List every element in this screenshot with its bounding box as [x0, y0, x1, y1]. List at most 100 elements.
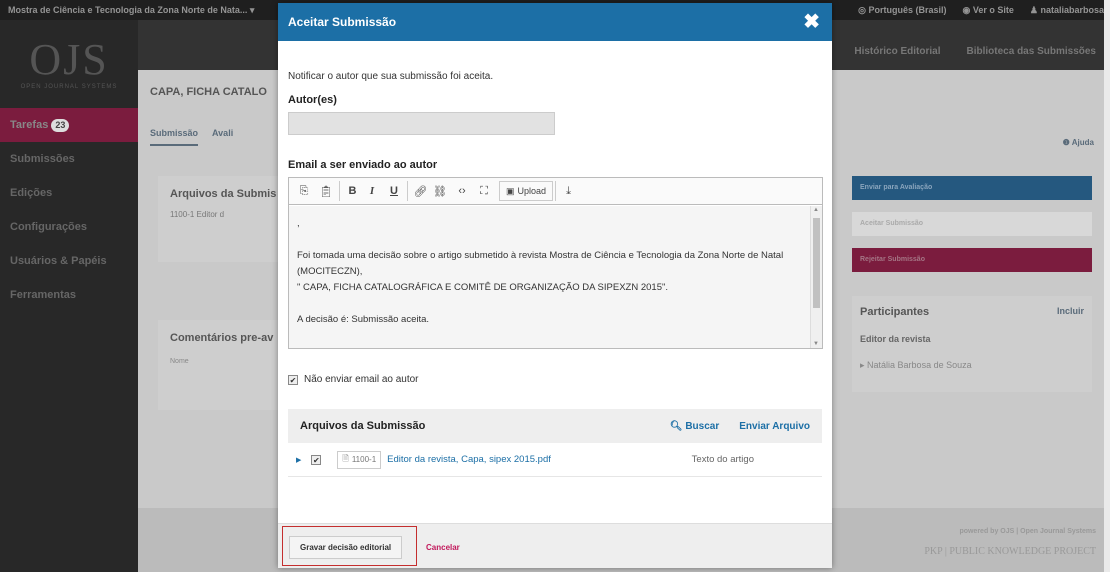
editorial-history-link[interactable]: Histórico Editorial: [854, 46, 940, 57]
scroll-up-icon[interactable]: ▲: [813, 207, 819, 213]
sidebar-item-settings[interactable]: Configurações: [0, 210, 138, 244]
modal-header: Aceitar Submissão ✖: [278, 3, 832, 41]
language-label: Português (Brasil): [868, 5, 947, 15]
view-site-link[interactable]: ◉ Ver o Site: [963, 5, 1014, 16]
submission-title: CAPA, FICHA CATALO: [150, 86, 267, 98]
email-label: Email a ser enviado ao autor: [288, 159, 438, 171]
email-line: A decisão é: Submissão aceita.: [297, 314, 430, 325]
email-line: Foi tomada uma decisão sobre o artigo su…: [297, 250, 784, 277]
sidebar-item-tools[interactable]: Ferramentas: [0, 278, 138, 312]
email-editor: ⎘ 📋︎ B I U 🔗︎ ⛓ ‹› ⛶ ▣ Upload ⤓ , Foi tom…: [288, 177, 823, 349]
sidebar: OJS OPEN JOURNAL SYSTEMS Tarefas 23 Submi…: [0, 20, 138, 572]
sidebar-item-users-roles[interactable]: Usuários & Papéis: [0, 244, 138, 278]
notify-text: Notificar o autor que sua submissão foi …: [288, 71, 494, 82]
sidebar-item-tasks[interactable]: Tarefas 23: [0, 108, 138, 142]
modal-footer: Gravar decisão editorial Cancelar: [278, 523, 832, 568]
submission-files-panel: Arquivos da Submis 1100-1 Editor d: [158, 176, 288, 262]
modal-title: Aceitar Submissão: [288, 15, 397, 29]
search-label: Buscar: [685, 420, 720, 432]
file-type: Texto do artigo: [691, 454, 754, 465]
editor-toolbar: ⎘ 📋︎ B I U 🔗︎ ⛓ ‹› ⛶ ▣ Upload ⤓: [289, 178, 822, 205]
tab-review[interactable]: Avali: [212, 128, 233, 146]
upload-label: Upload: [517, 186, 547, 196]
fullscreen-icon[interactable]: ⛶: [473, 181, 495, 201]
unlink-icon[interactable]: ⛓: [429, 181, 451, 201]
skip-email-option[interactable]: ✔ Não enviar email ao autor: [288, 374, 419, 385]
send-to-review-button[interactable]: Enviar para Avaliação: [852, 176, 1092, 200]
authors-label: Autor(es): [288, 94, 337, 106]
search-files-link[interactable]: 🔍︎ Buscar: [670, 421, 719, 432]
accept-submission-button[interactable]: Aceitar Submissão: [852, 212, 1092, 236]
upload-button[interactable]: ▣ Upload: [499, 181, 554, 201]
logo-text: OJS: [29, 35, 109, 84]
user-name: nataliabarbosa: [1040, 5, 1104, 15]
expand-row-icon[interactable]: ▶: [296, 456, 301, 464]
sidebar-item-submissions[interactable]: Submissões: [0, 142, 138, 176]
site-name-dropdown[interactable]: Mostra de Ciência e Tecnologia da Zona N…: [8, 5, 254, 16]
page-scrollbar[interactable]: [1104, 0, 1110, 572]
workflow-tabs: Submissão Avali: [150, 128, 233, 146]
file-name-link[interactable]: Editor da revista, Capa, sipex 2015.pdf: [387, 454, 551, 465]
file-icon: 🗎: [342, 453, 349, 463]
include-participant-link[interactable]: Incluir: [1057, 306, 1084, 318]
language-selector[interactable]: ◎ Português (Brasil): [858, 5, 946, 16]
sidebar-item-issues[interactable]: Edições: [0, 176, 138, 210]
participant-item[interactable]: ▸ Natália Barbosa de Souza: [860, 360, 1084, 371]
files-header: Arquivos da Submissão 🔍︎ Buscar Enviar A…: [288, 409, 822, 443]
underline-icon[interactable]: U: [383, 181, 405, 201]
help-link[interactable]: ❶ Ajuda: [1063, 138, 1094, 147]
panel-row: Nome: [170, 358, 189, 365]
save-decision-button[interactable]: Gravar decisão editorial: [289, 536, 403, 559]
italic-icon[interactable]: I: [361, 181, 383, 201]
cancel-link[interactable]: Cancelar: [426, 543, 460, 552]
tab-submission[interactable]: Submissão: [150, 128, 199, 146]
tasks-count-badge: 23: [51, 119, 70, 132]
file-row: ▶ ✔ 🗎 1100-1 Editor da revista, Capa, sip…: [288, 443, 822, 477]
site-name: Mostra de Ciência e Tecnologia da Zona N…: [8, 5, 248, 15]
view-site-label: Ver o Site: [972, 5, 1014, 15]
file-checkbox[interactable]: ✔: [311, 454, 322, 465]
logo-subtitle: OPEN JOURNAL SYSTEMS: [20, 84, 118, 90]
bold-icon[interactable]: B: [339, 181, 361, 201]
link-icon[interactable]: 🔗︎: [407, 181, 429, 201]
reject-submission-button[interactable]: Rejeitar Submissão: [852, 248, 1092, 272]
files-title: Arquivos da Submissão: [300, 420, 426, 432]
authors-field[interactable]: [288, 112, 555, 135]
paste-icon[interactable]: 📋︎: [315, 181, 337, 201]
ojs-logo[interactable]: OJS OPEN JOURNAL SYSTEMS: [0, 20, 138, 108]
panel-title: Comentários pre-av: [170, 332, 274, 344]
submission-files-grid: Arquivos da Submissão 🔍︎ Buscar Enviar A…: [288, 409, 822, 477]
image-icon: ▣: [506, 185, 515, 196]
accept-submission-modal: Aceitar Submissão ✖ Notificar o autor qu…: [278, 3, 832, 568]
file-id-label: 1100-1: [351, 455, 377, 464]
code-icon[interactable]: ‹›: [451, 181, 473, 201]
help-label: Ajuda: [1071, 138, 1094, 147]
email-body[interactable]: , Foi tomada uma decisão sobre o artigo …: [289, 206, 810, 348]
participant-role: Editor da revista: [860, 334, 931, 344]
user-menu[interactable]: ♟ nataliabarbosa: [1030, 5, 1104, 16]
pre-review-comments-panel: Comentários pre-av Nome: [158, 320, 288, 410]
scroll-down-icon[interactable]: ▼: [813, 341, 819, 347]
pkp-logo: PKP | PUBLIC KNOWLEDGE PROJECT: [924, 546, 1096, 557]
submission-library-link[interactable]: Biblioteca das Submissões: [967, 46, 1097, 57]
file-id: 🗎 1100-1: [337, 450, 382, 469]
email-line: " CAPA, FICHA CATALOGRÁFICA E COMITÊ DE …: [297, 282, 668, 293]
panel-row: 1100-1 Editor d: [170, 210, 225, 219]
powered-by-text: powered by OJS | Open Journal Systems: [959, 528, 1096, 535]
close-icon[interactable]: ✖: [803, 12, 820, 32]
skip-email-checkbox[interactable]: ✔: [288, 374, 298, 385]
skip-email-label: Não enviar email ao autor: [304, 374, 419, 385]
editor-scrollbar[interactable]: ▲ ▼: [810, 206, 822, 348]
download-icon[interactable]: ⤓: [555, 181, 577, 201]
participant-name: Natália Barbosa de Souza: [867, 360, 972, 370]
decision-actions: Enviar para Avaliação Aceitar Submissão …: [852, 176, 1092, 392]
search-icon: 🔍︎: [669, 420, 683, 432]
participants-title: Participantes: [860, 306, 930, 318]
participants-panel: Participantes Incluir Editor da revista …: [852, 296, 1092, 392]
sidebar-item-label: Tarefas: [10, 119, 49, 131]
upload-file-link[interactable]: Enviar Arquivo: [739, 421, 810, 432]
panel-title: Arquivos da Submis: [170, 188, 277, 200]
email-line: ,: [297, 218, 300, 229]
copy-icon[interactable]: ⎘: [293, 181, 315, 201]
scrollbar-thumb[interactable]: [813, 218, 820, 308]
